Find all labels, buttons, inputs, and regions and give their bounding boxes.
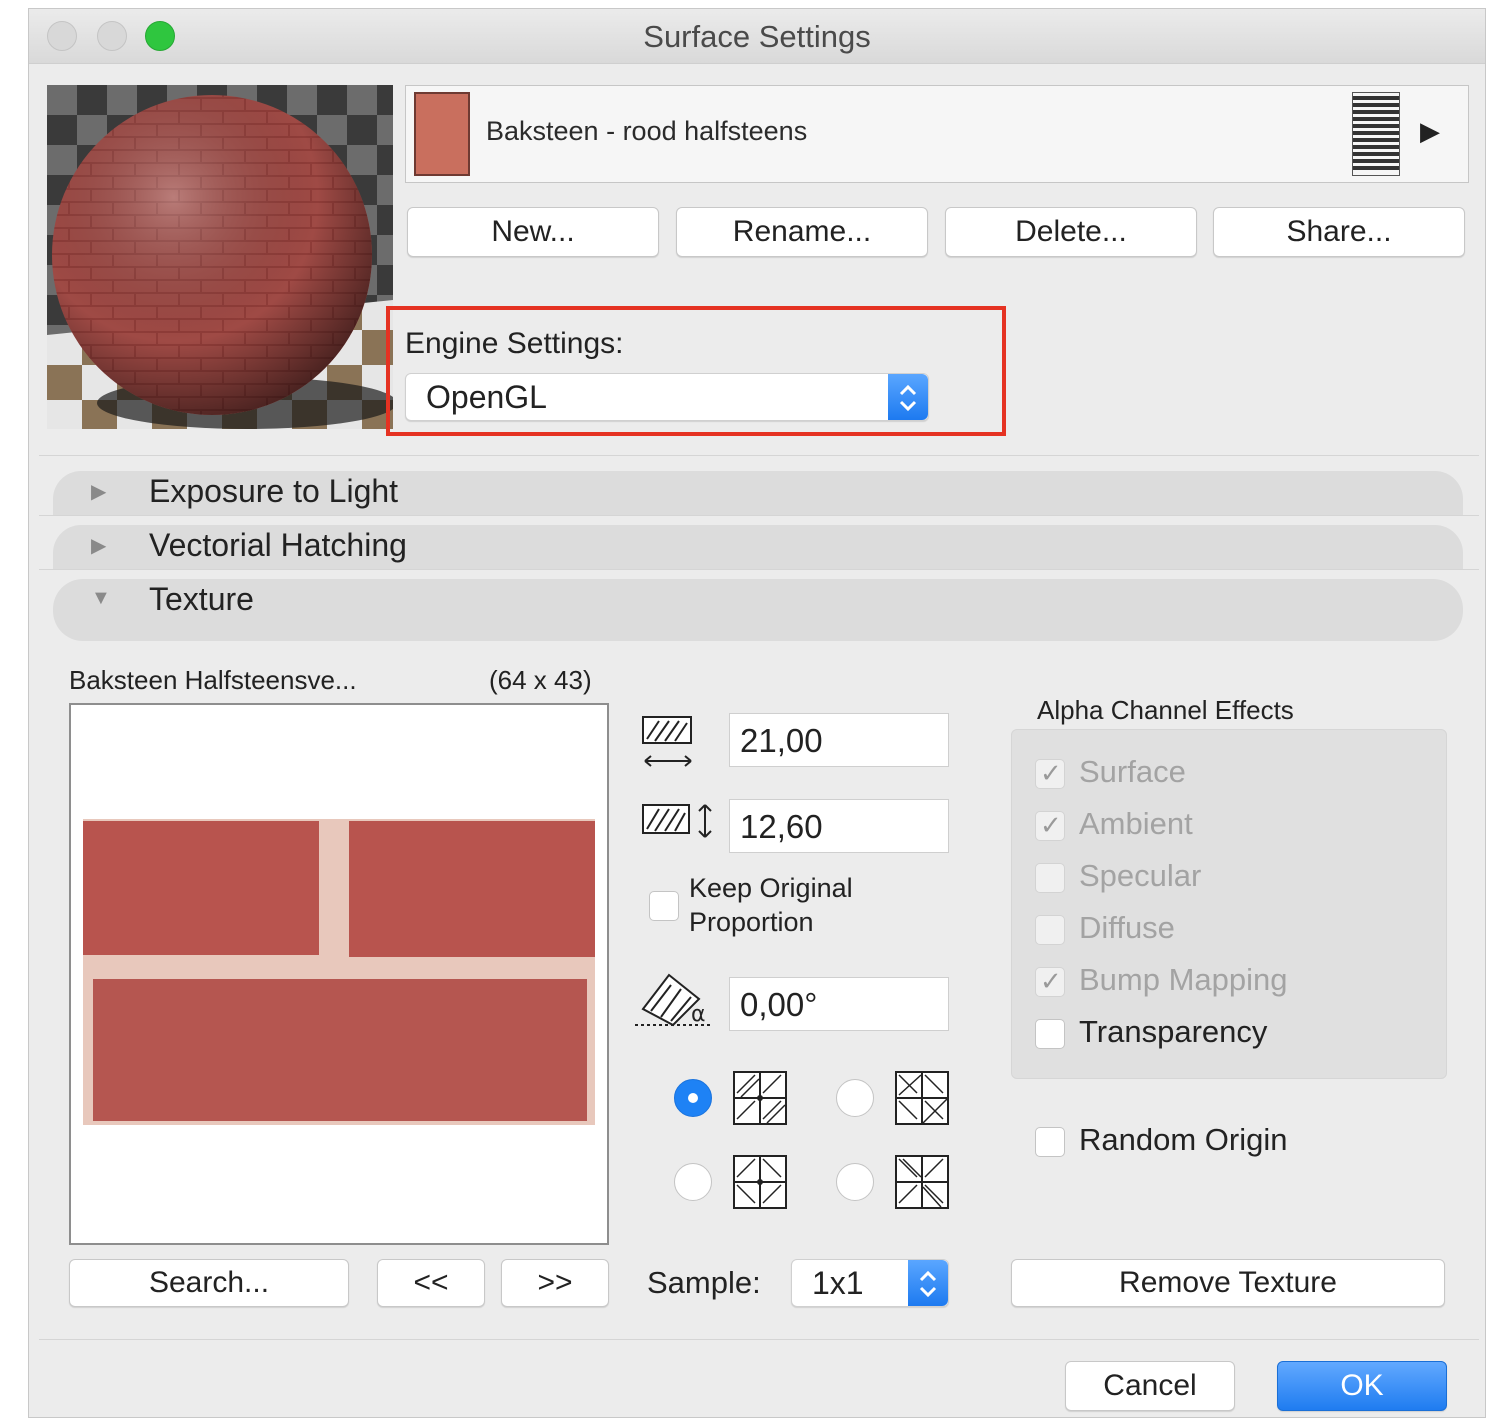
select-arrows-icon <box>908 1260 948 1306</box>
origin-radio-2[interactable] <box>836 1079 874 1117</box>
section-label: Vectorial Hatching <box>149 527 407 563</box>
disclosure-right-icon: ▶ <box>91 535 107 557</box>
texture-name: Baksteen Halfsteensve... <box>69 665 357 695</box>
cancel-button[interactable]: Cancel <box>1065 1361 1235 1411</box>
window-title: Surface Settings <box>643 19 871 54</box>
surface-preview <box>47 85 393 429</box>
origin-radio-4[interactable] <box>836 1163 874 1201</box>
origin-radio-3[interactable] <box>674 1163 712 1201</box>
alpha-diffuse-checkbox[interactable] <box>1035 915 1065 945</box>
sample-label: Sample: <box>647 1265 761 1300</box>
alpha-specular-checkbox[interactable] <box>1035 863 1065 893</box>
hatch-pattern-icon <box>1352 92 1400 176</box>
origin-pattern-1-icon <box>733 1071 787 1130</box>
texture-height-value: 12,60 <box>740 808 823 845</box>
texture-width-icon <box>641 715 697 776</box>
texture-angle-value: 0,00° <box>740 986 818 1023</box>
alpha-diffuse-label: Diffuse <box>1079 910 1175 945</box>
alpha-channel-title: Alpha Channel Effects <box>1037 695 1294 725</box>
keep-proportion-checkbox[interactable] <box>649 891 679 921</box>
texture-preview <box>69 703 609 1245</box>
title-bar: Surface Settings <box>29 9 1485 64</box>
material-name: Baksteen - rood halfsteens <box>486 116 808 146</box>
alpha-bump-mapping-label: Bump Mapping <box>1079 962 1288 997</box>
alpha-ambient-label: Ambient <box>1079 806 1193 841</box>
delete-button[interactable]: Delete... <box>945 207 1197 257</box>
section-vectorial-hatching[interactable]: ▶ Vectorial Hatching <box>53 525 1463 569</box>
alpha-ambient-checkbox[interactable]: ✓ <box>1035 810 1065 841</box>
keep-proportion-label: Keep Original Proportion <box>689 871 853 939</box>
previous-texture-button[interactable]: << <box>377 1259 485 1307</box>
search-texture-button[interactable]: Search... <box>69 1259 349 1307</box>
alpha-transparency-checkbox[interactable] <box>1035 1019 1065 1049</box>
material-menu-icon[interactable]: ▶ <box>1420 116 1440 147</box>
material-selector[interactable]: Baksteen - rood halfsteens ▶ <box>405 85 1469 183</box>
section-texture[interactable]: ▼ Texture <box>53 579 1463 641</box>
new-button[interactable]: New... <box>407 207 659 257</box>
remove-texture-button[interactable]: Remove Texture <box>1011 1259 1445 1307</box>
texture-height-field[interactable]: 12,60 <box>729 799 949 853</box>
next-texture-button[interactable]: >> <box>501 1259 609 1307</box>
texture-width-value: 21,00 <box>740 722 823 759</box>
section-label: Exposure to Light <box>149 473 399 509</box>
keep-proportion-line1: Keep Original <box>689 873 853 903</box>
texture-width-field[interactable]: 21,00 <box>729 713 949 767</box>
divider <box>39 515 1479 516</box>
sample-value: 1x1 <box>812 1265 864 1301</box>
random-origin-label: Random Origin <box>1079 1122 1288 1157</box>
share-button[interactable]: Share... <box>1213 207 1465 257</box>
alpha-specular-label: Specular <box>1079 858 1202 893</box>
origin-pattern-2-icon <box>895 1071 949 1130</box>
alpha-surface-label: Surface <box>1079 754 1186 789</box>
divider <box>39 1339 1479 1340</box>
keep-proportion-line2: Proportion <box>689 907 814 937</box>
material-color-swatch <box>414 92 470 176</box>
texture-angle-field[interactable]: 0,00° <box>729 977 949 1031</box>
svg-text:α: α <box>691 1002 706 1027</box>
ok-button[interactable]: OK <box>1277 1361 1447 1411</box>
section-label: Texture <box>149 581 254 617</box>
divider <box>39 569 1479 570</box>
divider <box>39 455 1479 456</box>
section-exposure-to-light[interactable]: ▶ Exposure to Light <box>53 471 1463 515</box>
disclosure-down-icon: ▼ <box>91 587 111 609</box>
texture-angle-icon: α <box>633 969 715 1036</box>
surface-settings-dialog: Surface Settings Baksteen - rood halfste… <box>28 8 1486 1418</box>
texture-height-icon <box>641 801 717 850</box>
sample-select[interactable]: 1x1 <box>791 1259 949 1307</box>
origin-pattern-4-icon <box>895 1155 949 1214</box>
engine-settings-highlight <box>386 306 1006 436</box>
origin-radio-1[interactable] <box>674 1079 712 1117</box>
random-origin-checkbox[interactable] <box>1035 1127 1065 1157</box>
origin-pattern-3-icon <box>733 1155 787 1214</box>
texture-size: (64 x 43) <box>489 665 592 695</box>
alpha-surface-checkbox[interactable]: ✓ <box>1035 758 1065 789</box>
alpha-transparency-label: Transparency <box>1079 1014 1268 1049</box>
rename-button[interactable]: Rename... <box>676 207 928 257</box>
alpha-bump-mapping-checkbox[interactable]: ✓ <box>1035 966 1065 997</box>
disclosure-right-icon: ▶ <box>91 481 107 503</box>
